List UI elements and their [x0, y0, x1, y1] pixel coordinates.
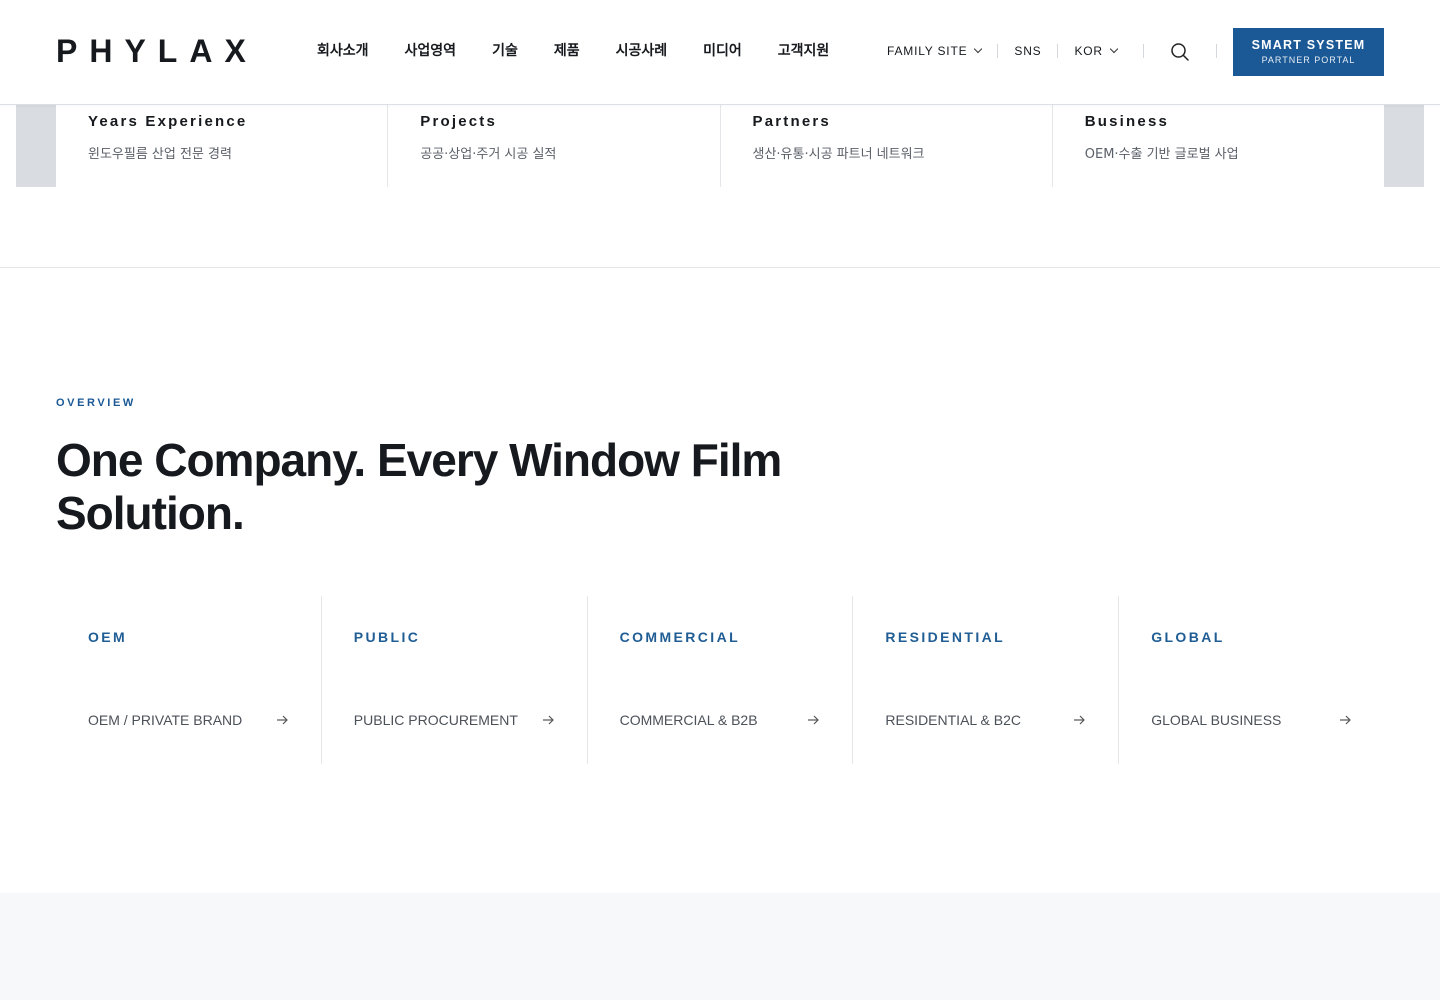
- card-label: RESIDENTIAL & B2C: [885, 712, 1022, 728]
- business-card-oem[interactable]: OEM OEM / PRIVATE BRAND: [56, 596, 322, 764]
- card-link[interactable]: RESIDENTIAL & B2C: [885, 712, 1086, 728]
- nav-item-support[interactable]: 고객지원: [778, 40, 830, 62]
- arrow-right-icon: [1339, 715, 1351, 725]
- chevron-down-icon: [1109, 44, 1119, 54]
- cta-sub-label: PARTNER PORTAL: [1261, 55, 1356, 65]
- nav-item-cases[interactable]: 시공사례: [616, 40, 668, 62]
- business-cards: OEM OEM / PRIVATE BRAND PUBLIC PUBLIC PR…: [56, 596, 1384, 764]
- stat-description: 윈도우필름 산업 전문 경력: [88, 147, 232, 162]
- stat-description: 공공·상업·주거 시공 실적: [420, 147, 557, 162]
- arrow-right-icon: [276, 715, 288, 725]
- card-link[interactable]: OEM / PRIVATE BRAND: [88, 712, 289, 728]
- card-tag: OEM: [88, 629, 128, 645]
- main-nav: 회사소개 사업영역 기술 제품 시공사례 미디어 고객지원: [317, 40, 829, 62]
- stat-title: Years Experience: [88, 113, 248, 130]
- language-dropdown[interactable]: KOR: [1074, 41, 1119, 61]
- stat-description: 생산·유통·시공 파트너 네트워크: [752, 147, 925, 162]
- business-card-global[interactable]: GLOBAL GLOBAL BUSINESS: [1119, 596, 1384, 764]
- section-eyebrow: OVERVIEW: [56, 397, 136, 409]
- logo[interactable]: PHYLAX: [56, 32, 258, 70]
- stat-description: OEM·수출 기반 글로벌 사업: [1084, 147, 1239, 162]
- sns-link[interactable]: SNS: [1014, 41, 1041, 61]
- family-site-dropdown[interactable]: FAMILY SITE: [887, 41, 983, 61]
- nav-item-company[interactable]: 회사소개: [317, 40, 369, 62]
- card-tag: RESIDENTIAL: [885, 629, 1006, 645]
- section-headline: One Company. Every Window Film Solution.: [56, 434, 816, 540]
- chevron-down-icon: [974, 44, 983, 54]
- smart-system-button[interactable]: SMART SYSTEM PARTNER PORTAL: [1233, 28, 1384, 76]
- card-tag: PUBLIC: [353, 629, 421, 645]
- headline-line-1: One Company. Every Window Film: [56, 434, 782, 486]
- arrow-right-icon: [1074, 715, 1086, 725]
- search-button[interactable]: [1170, 42, 1190, 62]
- card-label: COMMERCIAL & B2B: [619, 712, 758, 728]
- divider: [997, 44, 999, 58]
- divider: [1216, 44, 1217, 58]
- nav-item-business[interactable]: 사업영역: [405, 40, 457, 62]
- card-tag: COMMERCIAL: [619, 629, 741, 645]
- business-card-residential[interactable]: RESIDENTIAL RESIDENTIAL & B2C: [853, 596, 1120, 764]
- arrow-right-icon: [808, 715, 820, 725]
- headline-line-2: Solution.: [56, 487, 245, 539]
- stat-title: Partners: [752, 113, 831, 130]
- site-header: PHYLAX 회사소개 사업영역 기술 제품 시공사례 미디어 고객지원 FAM…: [0, 0, 1440, 105]
- nav-item-media[interactable]: 미디어: [703, 40, 742, 62]
- family-site-label: FAMILY SITE: [887, 44, 968, 58]
- utility-links: FAMILY SITE SNS KOR: [887, 41, 1119, 61]
- cta-main-label: SMART SYSTEM: [1251, 38, 1366, 52]
- next-section-background: [0, 893, 1440, 1000]
- search-icon: [1171, 43, 1189, 61]
- business-card-commercial[interactable]: COMMERCIAL COMMERCIAL & B2B: [588, 596, 854, 764]
- card-tag: GLOBAL: [1151, 629, 1225, 645]
- sns-label: SNS: [1014, 44, 1042, 58]
- card-label: GLOBAL BUSINESS: [1151, 712, 1282, 728]
- stat-title: Business: [1084, 113, 1170, 130]
- divider: [1057, 44, 1059, 58]
- divider: [1143, 44, 1144, 58]
- card-label: PUBLIC PROCUREMENT: [353, 712, 518, 728]
- card-link[interactable]: COMMERCIAL & B2B: [620, 712, 821, 728]
- arrow-right-icon: [542, 715, 554, 725]
- card-link[interactable]: GLOBAL BUSINESS: [1151, 712, 1352, 728]
- card-label: OEM / PRIVATE BRAND: [88, 712, 243, 728]
- nav-item-products[interactable]: 제품: [554, 40, 580, 62]
- nav-item-technology[interactable]: 기술: [492, 40, 518, 62]
- stat-title: Projects: [420, 113, 498, 130]
- card-link[interactable]: PUBLIC PROCUREMENT: [354, 712, 555, 728]
- business-card-public[interactable]: PUBLIC PUBLIC PROCUREMENT: [322, 596, 588, 764]
- language-label: KOR: [1074, 44, 1103, 58]
